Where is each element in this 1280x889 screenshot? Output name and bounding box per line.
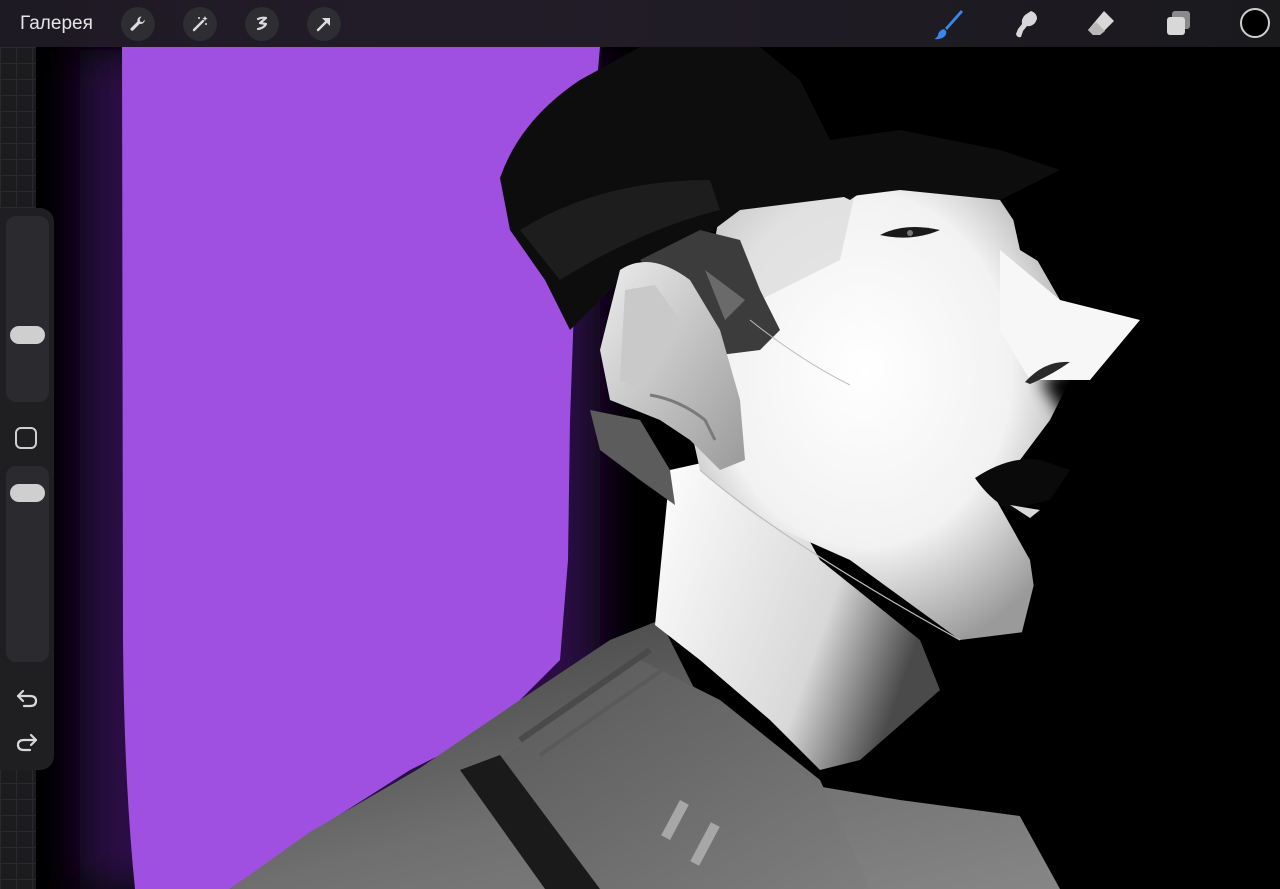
wrench-icon[interactable]: [120, 6, 155, 41]
magic-wand-icon[interactable]: [182, 6, 217, 41]
selection-icon[interactable]: [244, 6, 279, 41]
modify-button[interactable]: [15, 427, 37, 449]
top-toolbar: Галерея: [0, 0, 1280, 47]
gallery-button[interactable]: Галерея: [20, 13, 93, 35]
undo-icon[interactable]: [13, 684, 41, 712]
brush-size-thumb[interactable]: [10, 326, 45, 344]
drawing-canvas[interactable]: [0, 0, 1280, 889]
opacity-slider[interactable]: [6, 466, 49, 662]
transform-arrow-icon[interactable]: [306, 6, 341, 41]
redo-icon[interactable]: [13, 728, 41, 756]
opacity-thumb[interactable]: [10, 484, 45, 502]
color-picker-button[interactable]: [1240, 8, 1270, 38]
layers-icon[interactable]: [1160, 6, 1196, 42]
eraser-icon[interactable]: [1083, 6, 1119, 42]
smudge-icon[interactable]: [1008, 6, 1044, 42]
artwork-illustration: [0, 0, 1280, 889]
left-sidebar: [0, 208, 54, 770]
brush-icon[interactable]: [931, 6, 967, 42]
brush-size-slider[interactable]: [6, 216, 49, 402]
